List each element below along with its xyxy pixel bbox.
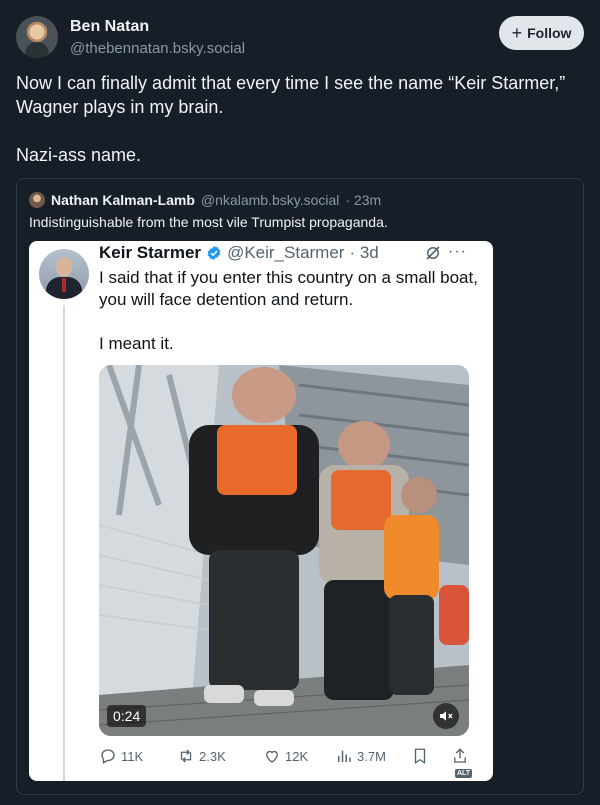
follow-label: Follow xyxy=(527,25,572,41)
reply-count: 11K xyxy=(121,748,144,764)
video-frame-image xyxy=(99,365,469,736)
bookmark-action xyxy=(411,747,429,765)
author-name[interactable]: Ben Natan xyxy=(70,18,149,36)
author-handle[interactable]: @thebennatan.bsky.social xyxy=(70,40,245,57)
quoted-author-handle: @nkalamb.bsky.social xyxy=(200,192,340,208)
embedded-author-avatar xyxy=(39,249,89,299)
quoted-post-text: Indistinguishable from the most vile Tru… xyxy=(29,214,388,230)
more-options-icon: ··· xyxy=(448,243,467,260)
view-count: 3.7M xyxy=(357,748,386,764)
quoted-author-name[interactable]: Nathan Kalman-Lamb xyxy=(51,192,195,208)
embedded-post-time: · 3d xyxy=(349,243,379,262)
plus-icon: + xyxy=(511,23,523,43)
like-action: 12K xyxy=(263,747,308,765)
bookmark-icon xyxy=(414,748,426,765)
author-avatar[interactable] xyxy=(16,16,58,58)
repost-count: 2.3K xyxy=(199,748,226,764)
embedded-paragraph: I meant it. xyxy=(99,334,174,353)
share-action xyxy=(451,747,469,765)
reply-action: 11K xyxy=(99,747,143,765)
embedded-header: Keir Starmer @Keir_Starmer · 3d xyxy=(99,243,379,263)
grok-icon xyxy=(426,246,440,260)
post-paragraph: Now I can finally admit that every time … xyxy=(16,73,566,117)
alt-text-badge[interactable]: ALT xyxy=(455,769,473,778)
repost-icon xyxy=(180,749,192,763)
embedded-author-name: Keir Starmer xyxy=(99,243,202,262)
embedded-paragraph: I said that if you enter this country on… xyxy=(99,268,478,309)
repost-action: 2.3K xyxy=(177,747,226,765)
post-paragraph: Nazi-ass name. xyxy=(16,145,142,165)
quoted-post[interactable]: Nathan Kalman-Lamb @nkalamb.bsky.social … xyxy=(16,178,584,795)
reply-icon xyxy=(101,749,115,764)
follow-button[interactable]: + Follow xyxy=(499,16,584,50)
thread-line xyxy=(63,305,65,781)
like-count: 12K xyxy=(285,748,309,764)
post-text: Now I can finally admit that every time … xyxy=(16,71,576,167)
heart-icon xyxy=(266,750,278,763)
views-chart-icon xyxy=(338,750,351,762)
mute-icon xyxy=(433,703,459,729)
embedded-text: I said that if you enter this country on… xyxy=(99,267,479,355)
views-action: 3.7M xyxy=(335,747,386,765)
verified-badge-icon xyxy=(207,246,221,260)
video-thumbnail: 0:24 xyxy=(99,365,469,736)
share-icon xyxy=(454,748,466,763)
quoted-post-header: Nathan Kalman-Lamb @nkalamb.bsky.social … xyxy=(29,192,381,208)
quoted-post-time: · 23m xyxy=(345,192,382,208)
tweet-action-bar: 11K 2.3K 12K 3.7M ALT xyxy=(99,747,479,778)
video-duration: 0:24 xyxy=(107,705,147,727)
quoted-author-avatar[interactable] xyxy=(29,192,45,208)
embedded-tweet-screenshot[interactable]: Keir Starmer @Keir_Starmer · 3d ··· I sa… xyxy=(29,241,493,781)
embedded-author-handle: @Keir_Starmer xyxy=(227,243,345,262)
